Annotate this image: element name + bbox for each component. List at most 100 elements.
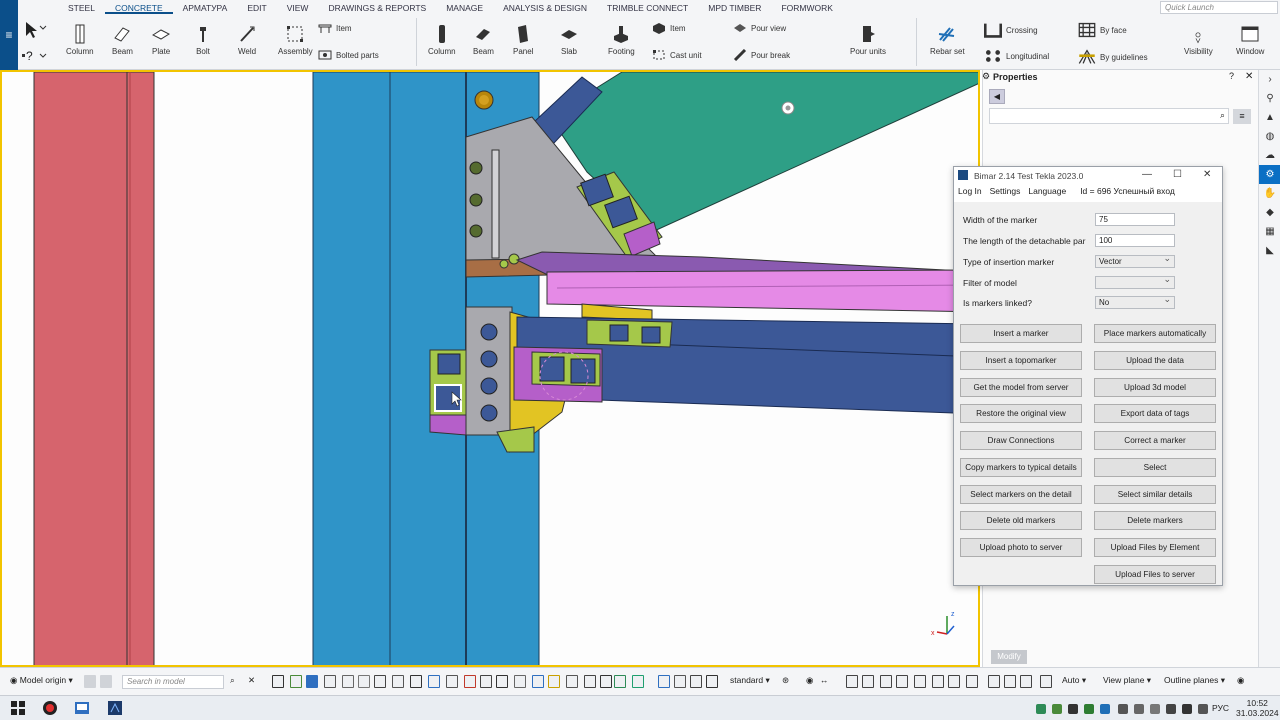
snap-settings-icon[interactable]: ⊛ (782, 675, 789, 686)
concrete-beam-button[interactable]: Beam (473, 24, 494, 56)
search-icon[interactable]: ⌕ (230, 675, 235, 686)
standard-dropdown[interactable]: standard ▾ (730, 675, 770, 686)
hand-icon[interactable]: ✋ (1259, 184, 1280, 203)
view-plane-dropdown[interactable]: View plane ▾ (1103, 675, 1151, 686)
tekla-icon[interactable] (74, 700, 90, 716)
tab-9[interactable]: MPD TIMBER (698, 0, 771, 14)
select-markers-detail-button[interactable]: Select markers on the detail (960, 485, 1082, 504)
properties-menu-button[interactable]: ≡ (1233, 109, 1251, 124)
selection-filter-icon[interactable] (514, 675, 526, 688)
tab-2[interactable]: АРМАТУРА (173, 0, 238, 14)
help-icon[interactable]: ? (1229, 71, 1234, 81)
view-tool-icon[interactable] (1040, 675, 1052, 688)
selection-filter-icon[interactable] (358, 675, 370, 688)
concrete-slab-button[interactable]: Slab (560, 24, 578, 56)
hamburger-icon[interactable]: ≡ (0, 0, 18, 70)
tray-icon[interactable] (1100, 704, 1110, 714)
tab-8[interactable]: TRIMBLE CONNECT (597, 0, 698, 14)
upload-photo-button[interactable]: Upload photo to server (960, 538, 1082, 557)
correct-marker-button[interactable]: Correct a marker (1094, 431, 1216, 450)
tray-icon[interactable] (1118, 704, 1128, 714)
pink-beam[interactable] (546, 269, 978, 313)
selection-filter-icon[interactable] (690, 675, 702, 688)
pour-units-button[interactable]: Pour units (850, 24, 886, 56)
tab-3[interactable]: EDIT (237, 0, 276, 14)
selection-filter-icon[interactable] (410, 675, 422, 688)
quick-launch-input[interactable]: Quick Launch (1160, 1, 1278, 14)
selection-filter-icon[interactable] (632, 675, 644, 688)
close-icon[interactable]: ✕ (1203, 169, 1211, 180)
properties-search-input[interactable]: ⌕ (989, 108, 1229, 124)
crossing-button[interactable]: Crossing (984, 22, 1038, 38)
view-tool-icon[interactable] (896, 675, 908, 688)
tray-icon[interactable] (1182, 704, 1192, 714)
link-icon[interactable]: ⚲ (1259, 89, 1280, 108)
selection-filter-icon[interactable] (342, 675, 354, 688)
modify-button[interactable]: Modify (991, 650, 1027, 664)
tab-7[interactable]: ANALYSIS & DESIGN (493, 0, 597, 14)
steel-assembly-button[interactable]: Assembly (278, 24, 313, 56)
menu-language[interactable]: Language (1028, 186, 1066, 200)
arrows-icon[interactable]: ↔ (820, 675, 829, 685)
draw-connections-button[interactable]: Draw Connections (960, 431, 1082, 450)
components-icon[interactable]: ▦ (1259, 222, 1280, 241)
selection-filter-icon[interactable] (446, 675, 458, 688)
steel-beam-button[interactable]: Beam (112, 24, 133, 56)
insert-topomarker-button[interactable]: Insert a topomarker (960, 351, 1082, 370)
select-similar-button[interactable]: Select similar details (1094, 485, 1216, 504)
selection-filter-icon[interactable] (306, 675, 318, 688)
filter-select[interactable] (1095, 274, 1175, 289)
selection-filter-icon[interactable] (548, 675, 560, 688)
maximize-icon[interactable]: ☐ (1173, 169, 1182, 180)
selection-filter-icon[interactable] (374, 675, 386, 688)
cast-unit-button[interactable]: Cast unit (652, 49, 702, 61)
steel-item-button[interactable]: Item (318, 22, 352, 34)
model-origin-dropdown[interactable]: ◉ Model origin ▾ (10, 675, 73, 686)
selection-filter-icon[interactable] (324, 675, 336, 688)
selection-filter-icon[interactable] (706, 675, 718, 688)
selection-filter-icon[interactable] (674, 675, 686, 688)
steel-bolt-button[interactable]: Bolt (194, 24, 212, 56)
clear-search-icon[interactable]: ✕ (248, 675, 255, 686)
tag-icon[interactable]: ◣ (1259, 241, 1280, 260)
selection-filter-icon[interactable] (600, 675, 612, 688)
cloud-icon[interactable]: ☁ (1259, 146, 1280, 165)
delete-old-markers-button[interactable]: Delete old markers (960, 511, 1082, 530)
view-tool-icon[interactable] (880, 675, 892, 688)
upload-data-button[interactable]: Upload the data (1094, 351, 1216, 370)
by-face-button[interactable]: By face (1078, 22, 1127, 38)
close-icon[interactable]: ✕ (1245, 71, 1253, 82)
cube-icon[interactable]: ◆ (1259, 203, 1280, 222)
longitudinal-button[interactable]: Longitudinal (984, 49, 1049, 63)
concrete-panel-button[interactable]: Panel (513, 24, 533, 56)
snap-icon[interactable] (84, 675, 96, 688)
tray-icon[interactable] (1150, 704, 1160, 714)
upload-files-element-button[interactable]: Upload Files by Element (1094, 538, 1216, 557)
tray-icon[interactable] (1052, 704, 1062, 714)
pour-break-button[interactable]: Pour break (733, 49, 790, 61)
upload-files-server-button[interactable]: Upload Files to server (1094, 565, 1216, 584)
view-tool-icon[interactable] (846, 675, 858, 688)
clock[interactable]: 10:52 31.03.2024 (1236, 698, 1279, 718)
app-red-icon[interactable] (42, 700, 58, 716)
tray-icon[interactable] (1166, 704, 1176, 714)
steel-weld-button[interactable]: Weld (238, 24, 256, 56)
insertion-type-select[interactable]: Vector (1095, 253, 1175, 268)
steel-column-button[interactable]: Column (66, 24, 94, 56)
view-tool-icon[interactable] (932, 675, 944, 688)
expand-icon[interactable]: › (1259, 70, 1280, 89)
outline-planes-dropdown[interactable]: Outline planes ▾ (1164, 675, 1225, 686)
length-input[interactable]: 100 (1095, 234, 1175, 247)
tab-10[interactable]: FORMWORK (771, 0, 842, 14)
select-button[interactable]: Select (1094, 458, 1216, 477)
steel-bolted-parts-button[interactable]: Bolted parts (318, 49, 379, 61)
selection-filter-icon[interactable] (532, 675, 544, 688)
tab-4[interactable]: VIEW (277, 0, 319, 14)
view-tool-icon[interactable] (1004, 675, 1016, 688)
globe-icon[interactable]: ◍ (1259, 127, 1280, 146)
model-3d-view[interactable]: z x (2, 72, 978, 665)
get-model-button[interactable]: Get the model from server (960, 378, 1082, 397)
hat-icon[interactable]: ▲ (1259, 108, 1280, 127)
menu-log-in[interactable]: Log In (958, 186, 982, 200)
tray-icon[interactable] (1134, 704, 1144, 714)
